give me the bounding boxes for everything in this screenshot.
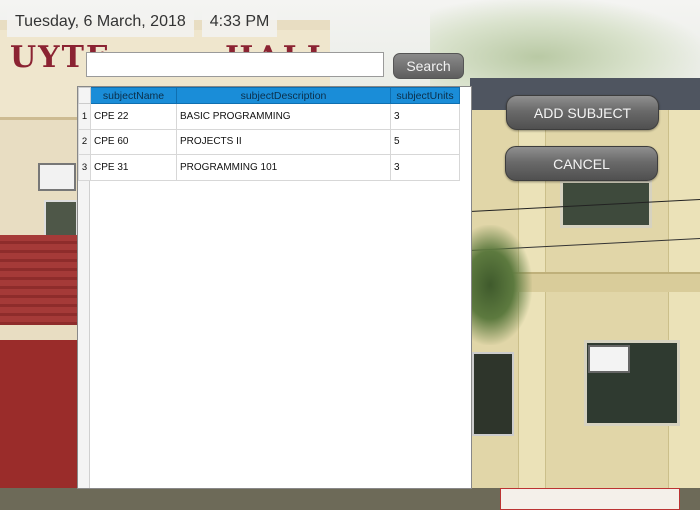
red-wall (0, 340, 80, 510)
cell-subject-description[interactable]: BASIC PROGRAMMING (176, 103, 391, 130)
add-subject-button[interactable]: ADD SUBJECT (506, 95, 659, 130)
cell-subject-units[interactable]: 5 (390, 128, 460, 155)
air-conditioner-left (38, 163, 76, 191)
banner (500, 488, 680, 510)
air-conditioner-right (588, 345, 630, 373)
search-button[interactable]: Search (393, 53, 464, 79)
search-input[interactable] (86, 52, 384, 77)
datetime-bar: Tuesday, 6 March, 2018 4:33 PM (7, 9, 278, 37)
window-left (44, 200, 78, 238)
cell-subject-name[interactable]: CPE 60 (90, 128, 177, 155)
row-header-corner[interactable] (78, 87, 91, 104)
row-number[interactable]: 3 (78, 154, 91, 181)
cell-subject-units[interactable]: 3 (390, 103, 460, 130)
column-header-subject-name[interactable]: subjectName (90, 87, 177, 104)
table-row[interactable]: 1 CPE 22 BASIC PROGRAMMING 3 (78, 103, 460, 130)
cell-subject-name[interactable]: CPE 31 (90, 154, 177, 181)
cell-subject-description[interactable]: PROGRAMMING 101 (176, 154, 391, 181)
cell-subject-name[interactable]: CPE 22 (90, 103, 177, 130)
cancel-button[interactable]: CANCEL (505, 146, 658, 181)
table-row[interactable]: 2 CPE 60 PROJECTS II 5 (78, 128, 460, 155)
cell-subject-units[interactable]: 3 (390, 154, 460, 181)
window-right-small (472, 352, 514, 436)
table-row[interactable]: 3 CPE 31 PROGRAMMING 101 3 (78, 154, 460, 181)
column-header-subject-units[interactable]: subjectUnits (390, 87, 460, 104)
palm-tree (472, 225, 532, 345)
row-number[interactable]: 1 (78, 103, 91, 130)
date-label: Tuesday, 6 March, 2018 (7, 9, 194, 37)
subjects-grid[interactable]: subjectName subjectDescription subjectUn… (77, 86, 472, 489)
red-roof (0, 235, 80, 325)
table-header-row: subjectName subjectDescription subjectUn… (78, 87, 460, 104)
row-number[interactable]: 2 (78, 128, 91, 155)
pillar (668, 110, 700, 510)
subjects-table: subjectName subjectDescription subjectUn… (78, 87, 460, 181)
time-label: 4:33 PM (201, 9, 278, 37)
cell-subject-description[interactable]: PROJECTS II (176, 128, 391, 155)
column-header-subject-description[interactable]: subjectDescription (176, 87, 391, 104)
